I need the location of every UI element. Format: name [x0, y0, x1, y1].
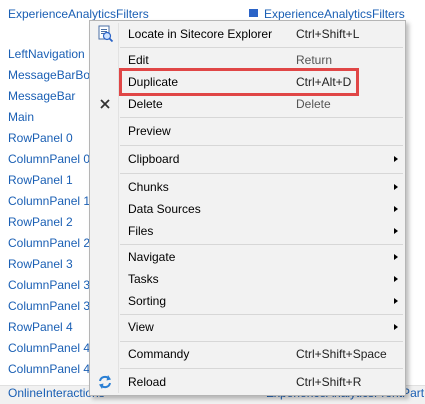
reload-icon — [96, 373, 114, 391]
tree-item[interactable]: ColumnPanel 0 — [8, 151, 90, 167]
tree-item[interactable]: ColumnPanel 2 — [8, 235, 90, 251]
menu-item-label: Preview — [128, 124, 171, 138]
locate-icon — [96, 25, 114, 43]
menu-item-chunks[interactable]: Chunks — [92, 177, 403, 197]
menu-item-files[interactable]: Files — [92, 221, 403, 241]
submenu-arrow-icon — [394, 228, 398, 234]
tree-node-experience-analytics-filters[interactable]: ExperienceAnalyticsFilters — [8, 7, 149, 21]
menu-separator — [120, 47, 403, 48]
tree-item[interactable]: RowPanel 2 — [8, 214, 73, 230]
submenu-arrow-icon — [394, 254, 398, 260]
menu-item-label: Commandy — [128, 347, 190, 361]
menu-item-shortcut: Delete — [296, 97, 331, 111]
menu-item-label: Locate in Sitecore Explorer — [128, 27, 273, 41]
tree-node-experience-analytics-filters-right[interactable]: ExperienceAnalyticsFilters — [249, 7, 405, 21]
submenu-arrow-icon — [394, 206, 398, 212]
menu-item-view[interactable]: View — [92, 317, 403, 337]
menu-separator — [120, 244, 403, 245]
tree-item[interactable]: RowPanel 0 — [8, 130, 73, 146]
submenu-arrow-icon — [394, 184, 398, 190]
menu-item-clipboard[interactable]: Clipboard — [92, 149, 403, 169]
submenu-arrow-icon — [394, 324, 398, 330]
delete-x-icon — [96, 95, 114, 113]
menu-item-label: Delete — [128, 97, 163, 111]
menu-separator — [120, 368, 403, 369]
tree-item[interactable]: RowPanel 3 — [8, 256, 73, 272]
menu-separator — [120, 145, 403, 146]
submenu-arrow-icon — [394, 276, 398, 282]
menu-separator — [120, 314, 403, 315]
menu-item-label: Files — [128, 224, 154, 238]
menu-separator — [120, 173, 403, 174]
menu-item-navigate[interactable]: Navigate — [92, 247, 403, 267]
menu-item-commandy[interactable]: Commandy Ctrl+Shift+Space — [92, 344, 403, 364]
menu-item-data-sources[interactable]: Data Sources — [92, 199, 403, 219]
tree-node-label: ExperienceAnalyticsFilters — [264, 7, 405, 21]
tree-item[interactable]: LeftNavigation — [8, 46, 85, 62]
tree-item[interactable]: RowPanel 1 — [8, 172, 73, 188]
duplicate-highlight-annotation — [119, 68, 359, 96]
tree-item[interactable]: ColumnPanel 3 — [8, 298, 90, 314]
menu-item-label: Navigate — [128, 250, 176, 264]
menu-item-tasks[interactable]: Tasks — [92, 269, 403, 289]
menu-item-label: Chunks — [128, 180, 169, 194]
tree-item[interactable]: ColumnPanel 4 — [8, 361, 90, 377]
menu-item-shortcut: Ctrl+Shift+L — [296, 27, 360, 41]
menu-item-shortcut: Ctrl+Shift+Space — [296, 347, 387, 361]
tree-item[interactable]: MessageBarBor — [8, 67, 94, 83]
menu-item-preview[interactable]: Preview — [92, 121, 403, 141]
item-square-icon — [249, 9, 258, 17]
tree-item[interactable]: ColumnPanel 4 — [8, 340, 90, 356]
menu-item-label: Sorting — [128, 294, 167, 308]
submenu-arrow-icon — [394, 156, 398, 162]
menu-separator — [120, 341, 403, 342]
tree-item[interactable]: RowPanel 4 — [8, 319, 73, 335]
menu-item-sorting[interactable]: Sorting — [92, 291, 403, 311]
menu-item-label: Edit — [128, 53, 149, 67]
menu-separator — [120, 117, 403, 118]
menu-item-locate[interactable]: Locate in Sitecore Explorer Ctrl+Shift+L — [92, 24, 403, 44]
tree-item[interactable]: MessageBar — [8, 88, 75, 104]
tree-item[interactable]: Main — [8, 109, 34, 125]
menu-item-label: Reload — [128, 375, 167, 389]
submenu-arrow-icon — [394, 298, 398, 304]
menu-item-reload[interactable]: Reload Ctrl+Shift+R — [92, 372, 403, 392]
menu-item-delete[interactable]: Delete Delete — [92, 94, 403, 114]
menu-item-shortcut: Ctrl+Shift+R — [296, 375, 362, 389]
menu-item-label: Data Sources — [128, 202, 201, 216]
tree-item[interactable]: ColumnPanel 1 — [8, 193, 90, 209]
tree-item[interactable]: ColumnPanel 3 — [8, 277, 90, 293]
menu-item-label: Clipboard — [128, 152, 180, 166]
menu-item-label: View — [128, 320, 154, 334]
menu-item-label: Tasks — [128, 272, 159, 286]
menu-item-edit[interactable]: Edit Return — [92, 50, 403, 70]
menu-item-shortcut: Return — [296, 53, 333, 67]
